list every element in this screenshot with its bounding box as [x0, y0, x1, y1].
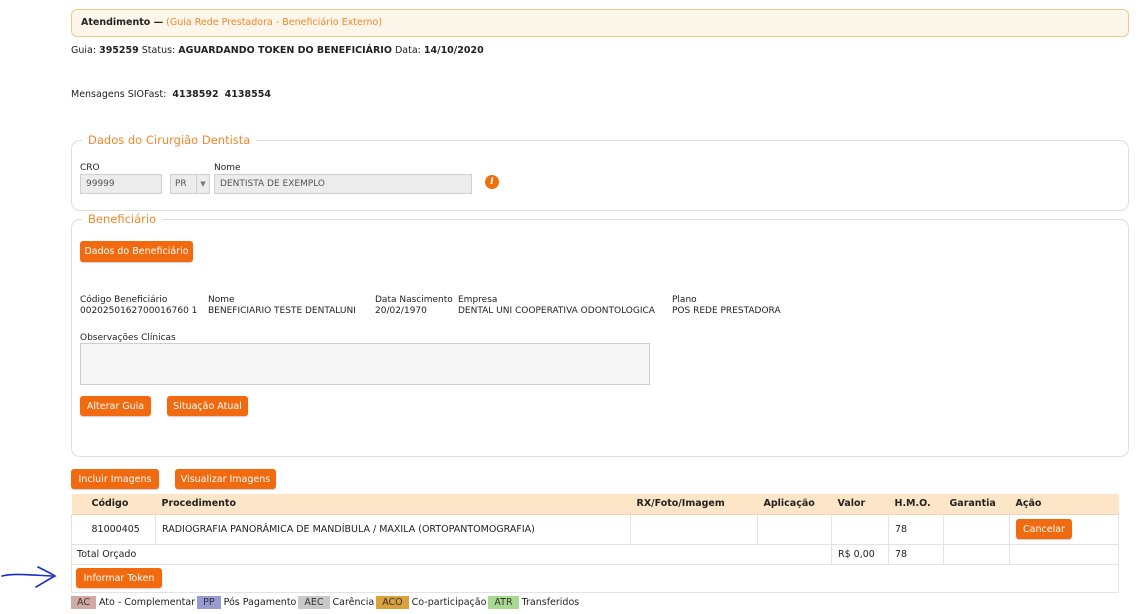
col-garantia: Garantia [943, 494, 1010, 515]
beneficiary-legend: Beneficiário [88, 212, 157, 226]
plano-value: POS REDE PRESTADORA [672, 306, 781, 316]
legend-label-aco: Co-participação [411, 597, 487, 608]
situacao-atual-button[interactable]: Situação Atual [167, 396, 248, 416]
cell-garantia [943, 513, 1010, 545]
legend-item-pp: PP Pós Pagamento [197, 596, 296, 609]
total-label: Total Orçado [71, 543, 832, 565]
header-subtitle: (Guia Rede Prestadora - Beneficiário Ext… [166, 17, 383, 28]
cell-hmo: 78 [888, 513, 944, 545]
legend-label-ac: Ato - Complementar [98, 597, 196, 608]
messages-label: Mensagens SIOFast: [71, 89, 167, 100]
cell-procedimento: RADIOGRAFIA PANORÂMICA DE MANDÍBULA / MA… [155, 513, 631, 545]
legend-swatch-pp: PP [197, 596, 221, 609]
message-id-1: 4138592 [172, 89, 219, 100]
alterar-guia-button[interactable]: Alterar Guia [80, 396, 151, 416]
data-label: Data: [394, 45, 421, 56]
legend-label-aec: Carência [332, 597, 375, 608]
cell-aplicacao [757, 513, 832, 545]
legend-label-atr: Transferidos [521, 597, 580, 608]
col-codigo: Código [85, 494, 156, 515]
data-nascimento-label: Data Nascimento [375, 295, 453, 305]
col-procedimento: Procedimento [155, 494, 631, 515]
token-row: Informar Token [71, 563, 1119, 593]
legend-item-aec: AEC Carência [298, 596, 374, 609]
cell-rx [630, 513, 758, 545]
cell-valor [831, 513, 889, 545]
dentist-name-input[interactable]: DENTISTA DE EXEMPLO [214, 174, 472, 194]
col-aplicacao: Aplicação [757, 494, 832, 515]
total-garantia [943, 543, 1010, 565]
legend-swatch-aec: AEC [298, 596, 330, 609]
total-acao [1009, 543, 1119, 565]
legend-swatch-atr: ATR [488, 596, 519, 609]
page-header: Atendimento — (Guia Rede Prestadora - Be… [71, 9, 1129, 37]
nome-beneficiario-label: Nome [208, 295, 235, 305]
informar-token-button[interactable]: Informar Token [76, 568, 162, 588]
cell-codigo: 81000405 [85, 513, 156, 545]
total-row: Total Orçado R$ 0,00 78 [71, 543, 1119, 565]
dados-beneficiario-button[interactable]: Dados do Beneficiário [80, 241, 193, 262]
col-rx: RX/Foto/Imagem [630, 494, 758, 515]
name-label: Nome [214, 163, 241, 173]
guia-value: 395259 [99, 45, 139, 56]
token-cell: Informar Token [71, 563, 1119, 593]
message-id-2: 4138554 [224, 89, 271, 100]
plano-label: Plano [672, 295, 697, 305]
uf-select[interactable]: PR ▼ [170, 174, 210, 194]
col-valor: Valor [831, 494, 889, 515]
total-hmo: 78 [888, 543, 944, 565]
table-header-spacer [71, 494, 86, 515]
procedures-table: Código Procedimento RX/Foto/Imagem Aplic… [71, 494, 1119, 593]
legend-item-aco: ACO Co-participação [376, 596, 486, 609]
codigo-beneficiario-value: 0020250162700016760 1 [80, 306, 198, 316]
cancelar-button[interactable]: Cancelar [1016, 519, 1072, 539]
observacoes-label: Observações Clínicas [80, 333, 176, 343]
cro-label: CRO [80, 163, 100, 173]
guia-label: Guia: [71, 45, 97, 56]
status-value: AGUARDANDO TOKEN DO BENEFICIÁRIO [178, 45, 392, 56]
status-legend: AC Ato - Complementar PP Pós Pagamento A… [71, 596, 581, 609]
codigo-beneficiario-label: Código Beneficiário [80, 295, 168, 305]
empresa-label: Empresa [458, 295, 498, 305]
total-valor: R$ 0,00 [831, 543, 889, 565]
observacoes-textarea[interactable] [80, 343, 650, 385]
guide-info: Guia: 395259 Status: AGUARDANDO TOKEN DO… [71, 45, 484, 56]
legend-swatch-ac: AC [71, 596, 96, 609]
visualizar-imagens-button[interactable]: Visualizar Imagens [175, 469, 276, 489]
table-row: 81000405 RADIOGRAFIA PANORÂMICA DE MANDÍ… [71, 513, 1119, 545]
messages-info: Mensagens SIOFast: 4138592 4138554 [71, 89, 271, 100]
col-hmo: H.M.O. [888, 494, 944, 515]
legend-label-pp: Pós Pagamento [223, 597, 297, 608]
data-value: 14/10/2020 [423, 45, 484, 56]
legend-item-ac: AC Ato - Complementar [71, 596, 195, 609]
row-spacer [71, 513, 86, 545]
header-title: Atendimento — [81, 17, 164, 28]
dentist-legend: Dados do Cirurgião Dentista [88, 133, 251, 147]
data-nascimento-value: 20/02/1970 [375, 306, 427, 316]
cro-input[interactable]: 99999 [80, 174, 162, 194]
beneficiary-section: Beneficiário [71, 212, 1129, 457]
table-header-row: Código Procedimento RX/Foto/Imagem Aplic… [71, 494, 1119, 515]
legend-item-atr: ATR Transferidos [488, 596, 579, 609]
legend-swatch-aco: ACO [376, 596, 409, 609]
arrow-annotation-icon [1, 566, 57, 588]
incluir-imagens-button[interactable]: Incluir Imagens [71, 469, 159, 489]
empresa-value: DENTAL UNI COOPERATIVA ODONTOLOGICA [458, 306, 655, 316]
uf-value: PR [175, 179, 187, 189]
info-icon[interactable]: i [485, 175, 499, 189]
nome-beneficiario-value: BENEFICIARIO TESTE DENTALUNI [208, 306, 356, 316]
status-label: Status: [141, 45, 176, 56]
col-acao: Ação [1009, 494, 1119, 515]
chevron-down-icon[interactable]: ▼ [196, 175, 209, 193]
cell-acao: Cancelar [1009, 513, 1119, 545]
